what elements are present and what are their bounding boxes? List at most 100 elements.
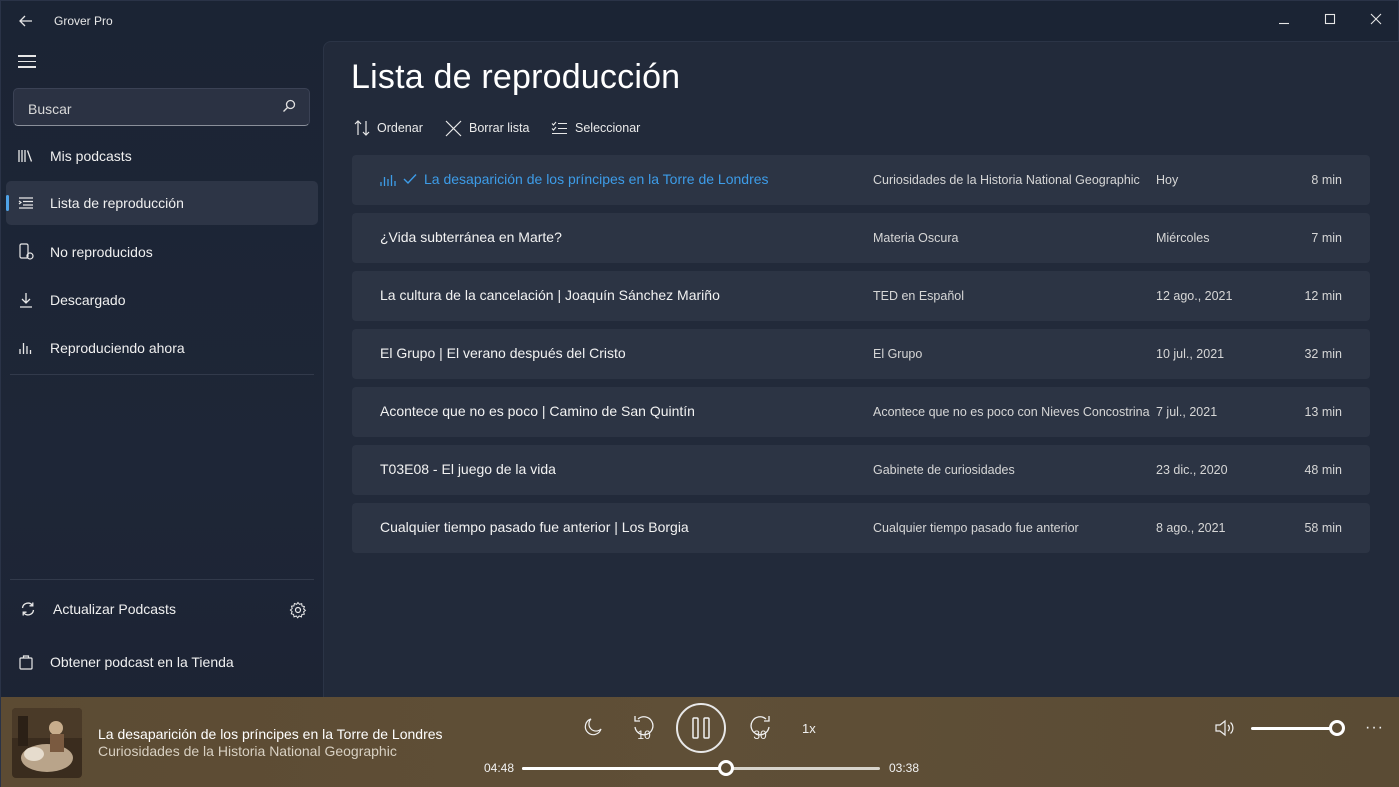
moon-icon	[584, 718, 602, 736]
rewind-10-icon: 10	[634, 716, 654, 742]
episode-podcast: Cualquier tiempo pasado fue anterior	[873, 521, 1079, 535]
sidebar-item-label: Mis podcasts	[50, 148, 132, 164]
episode-row[interactable]: T03E08 - El juego de la vida Gabinete de…	[352, 445, 1370, 495]
episode-duration: 48 min	[1304, 463, 1342, 477]
episode-title: ¿Vida subterránea en Marte?	[380, 229, 562, 245]
player-bar: La desaparición de los príncipes en la T…	[1, 697, 1399, 787]
minimize-button[interactable]	[1273, 9, 1295, 29]
episode-title: La desaparición de los príncipes en la T…	[424, 171, 769, 187]
episode-date: 23 dic., 2020	[1156, 463, 1228, 477]
close-button[interactable]	[1365, 9, 1387, 29]
download-icon	[17, 291, 35, 309]
sidebar-item-no-reproducidos[interactable]: No reproducidos	[6, 230, 318, 274]
store-label: Obtener podcast en la Tienda	[50, 654, 234, 670]
episode-row[interactable]: La cultura de la cancelación | Joaquín S…	[352, 271, 1370, 321]
now-playing-equalizer-icon	[380, 175, 396, 186]
pause-button[interactable]	[676, 703, 726, 753]
episode-podcast: Materia Oscura	[873, 231, 959, 245]
unplayed-icon	[17, 243, 35, 261]
store-button[interactable]: Obtener podcast en la Tienda	[6, 640, 318, 684]
episode-duration: 32 min	[1304, 347, 1342, 361]
refresh-podcasts-button[interactable]: Actualizar Podcasts	[6, 587, 318, 631]
episode-row[interactable]: Cualquier tiempo pasado fue anterior | L…	[352, 503, 1370, 553]
library-icon	[17, 147, 35, 165]
cover-art-image	[12, 708, 82, 778]
sidebar-item-label: No reproducidos	[50, 244, 153, 260]
skip-back-button[interactable]: 10	[629, 713, 659, 743]
back-arrow-icon	[19, 15, 32, 27]
now-playing-title: La desaparición de los príncipes en la T…	[98, 726, 443, 742]
episode-title: T03E08 - El juego de la vida	[380, 461, 556, 477]
sort-button[interactable]: Ordenar	[354, 118, 423, 138]
sidebar-divider	[10, 374, 314, 375]
refresh-podcasts-label: Actualizar Podcasts	[53, 601, 176, 617]
episode-date: 10 jul., 2021	[1156, 347, 1225, 361]
seek-thumb[interactable]	[718, 760, 735, 776]
remaining-time: 03:38	[889, 761, 920, 775]
more-options-button[interactable]: ···	[1365, 719, 1384, 737]
app-window: Grover Pro Buscar Mis podcasts Lista de …	[0, 0, 1399, 787]
select-label: Seleccionar	[575, 121, 641, 135]
sidebar-divider	[10, 579, 314, 580]
volume-slider[interactable]	[1251, 727, 1337, 730]
sidebar-item-descargado[interactable]: Descargado	[6, 278, 318, 322]
sleep-timer-button[interactable]	[581, 715, 605, 739]
episode-row[interactable]: Acontece que no es poco | Camino de San …	[352, 387, 1370, 437]
clear-list-label: Borrar lista	[469, 121, 530, 135]
episode-podcast: El Grupo	[873, 347, 923, 361]
episode-title: Cualquier tiempo pasado fue anterior | L…	[380, 519, 689, 535]
sidebar-item-label: Reproduciendo ahora	[50, 340, 185, 356]
playback-speed-button[interactable]: 1x	[802, 721, 816, 736]
maximize-icon	[1324, 13, 1336, 25]
check-icon	[403, 174, 417, 185]
episode-podcast: Gabinete de curiosidades	[873, 463, 1015, 477]
sort-label: Ordenar	[377, 121, 423, 135]
skip-forward-button[interactable]: 30	[745, 713, 775, 743]
sidebar-item-lista-de-reproduccion[interactable]: Lista de reproducción	[6, 181, 318, 225]
maximize-button[interactable]	[1319, 9, 1341, 29]
episode-podcast: Curiosidades de la Historia National Geo…	[873, 173, 1140, 187]
episode-podcast: Acontece que no es poco con Nieves Conco…	[873, 405, 1150, 419]
elapsed-time: 04:48	[484, 761, 515, 775]
episode-duration: 8 min	[1311, 173, 1342, 187]
episode-date: Hoy	[1156, 173, 1179, 187]
app-title: Grover Pro	[54, 14, 113, 28]
episode-date: 8 ago., 2021	[1156, 521, 1226, 535]
hamburger-menu-button[interactable]	[18, 55, 36, 69]
back-button[interactable]	[15, 11, 37, 31]
volume-button[interactable]	[1214, 717, 1238, 739]
episode-date: 7 jul., 2021	[1156, 405, 1218, 419]
page-title: Lista de reproducción	[351, 58, 681, 96]
episode-duration: 58 min	[1304, 521, 1342, 535]
clear-list-button[interactable]: Borrar lista	[445, 118, 529, 138]
sidebar-item-mis-podcasts[interactable]: Mis podcasts	[6, 134, 318, 178]
search-icon[interactable]	[281, 98, 297, 114]
pause-icon	[692, 717, 710, 739]
episode-cover-art[interactable]	[12, 708, 82, 778]
episode-date: Miércoles	[1156, 231, 1210, 245]
select-button[interactable]: Seleccionar	[551, 118, 640, 138]
sidebar-item-label: Descargado	[50, 292, 126, 308]
skip-forward-seconds: 30	[753, 728, 767, 742]
search-box[interactable]: Buscar	[13, 88, 310, 126]
episode-title: Acontece que no es poco | Camino de San …	[380, 403, 695, 419]
settings-button[interactable]	[289, 601, 307, 619]
gear-icon	[289, 601, 307, 619]
sidebar-item-reproduciendo-ahora[interactable]: Reproduciendo ahora	[6, 326, 318, 370]
refresh-icon	[19, 600, 37, 618]
sidebar-item-label: Lista de reproducción	[50, 195, 184, 211]
episode-row[interactable]: El Grupo | El verano después del Cristo …	[352, 329, 1370, 379]
playlist-icon	[17, 194, 35, 212]
seek-bar[interactable]	[522, 767, 880, 770]
episode-duration: 12 min	[1304, 289, 1342, 303]
title-bar: Grover Pro	[1, 1, 1399, 41]
main-content: Lista de reproducción Ordenar Borrar lis…	[323, 41, 1399, 697]
hamburger-icon-line	[18, 60, 36, 62]
episode-row[interactable]: ¿Vida subterránea en Marte? Materia Oscu…	[352, 213, 1370, 263]
episode-row[interactable]: La desaparición de los príncipes en la T…	[352, 155, 1370, 205]
episode-title: El Grupo | El verano después del Cristo	[380, 345, 626, 361]
speaker-icon	[1215, 719, 1234, 737]
store-bag-icon	[17, 653, 35, 671]
multiselect-icon	[551, 121, 567, 135]
volume-thumb[interactable]	[1329, 720, 1345, 736]
